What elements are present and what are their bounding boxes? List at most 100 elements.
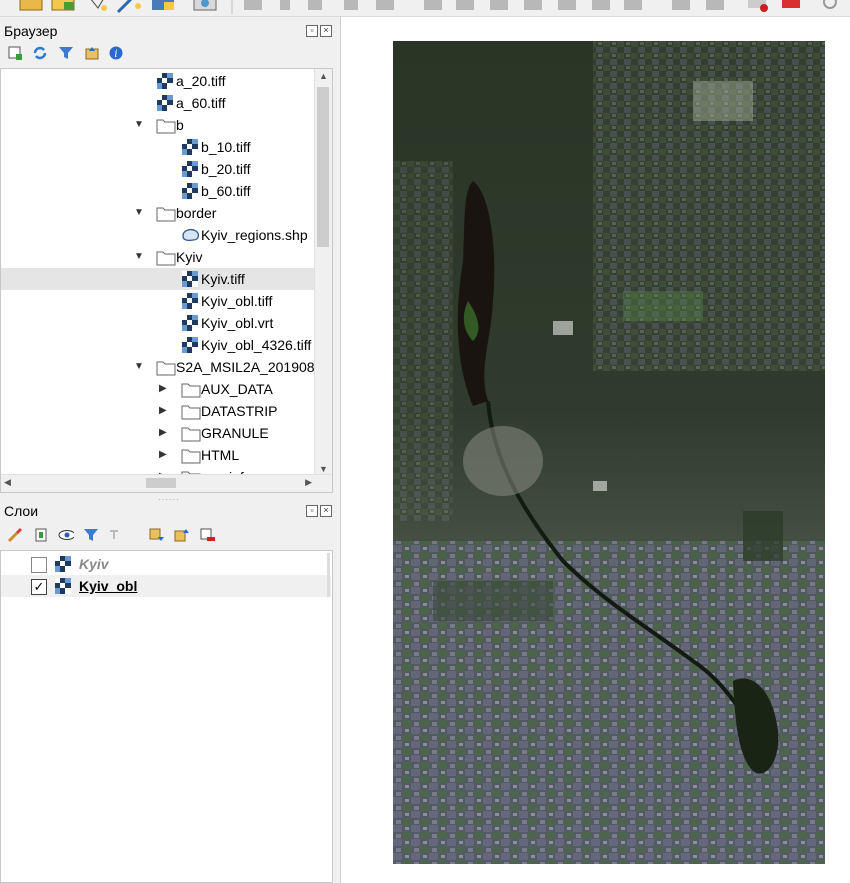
layers-scroll-indicator	[327, 553, 330, 597]
scroll-right-icon[interactable]: ▶	[305, 477, 312, 488]
folder-icon	[156, 251, 176, 266]
close-red-icon[interactable]	[782, 0, 800, 8]
browser-tree[interactable]: a_20.tiff a_60.tiff ▼ b b_10.tiff b_20.tiff b_…	[0, 68, 333, 493]
folder-icon	[181, 383, 201, 398]
collapse-all-icon[interactable]	[84, 45, 100, 61]
collapsed-arrow-icon[interactable]: ▶	[159, 428, 169, 438]
browser-dock-buttons: ▫ ×	[306, 25, 332, 37]
tree-item[interactable]: a_60.tiff	[1, 92, 316, 114]
main-toolbar	[0, 0, 850, 17]
scroll-left-icon[interactable]: ◀	[4, 477, 11, 488]
tree-item[interactable]: Kyiv_obl.tiff	[1, 290, 316, 312]
raster-icon	[55, 578, 71, 594]
expanded-arrow-icon[interactable]: ▼	[134, 252, 144, 262]
layer-name[interactable]: Kyiv_obl	[79, 578, 137, 594]
raster-icon	[182, 293, 198, 309]
tree-item-label: AUX_DATA	[201, 381, 273, 397]
info-icon[interactable]: i	[108, 45, 124, 61]
layer-visibility-checkbox[interactable]: ✓	[31, 579, 47, 595]
add-group-icon[interactable]	[33, 527, 49, 543]
search-icon[interactable]	[823, 0, 837, 9]
identify-icon[interactable]	[193, 0, 217, 11]
tree-item-label: Kyiv.tiff	[201, 271, 245, 287]
scroll-up-icon[interactable]: ▲	[319, 71, 328, 81]
raster-icon	[182, 161, 198, 177]
scroll-down-icon[interactable]: ▼	[319, 464, 328, 474]
raster-icon	[182, 271, 198, 287]
layer-name[interactable]: Kyiv	[79, 556, 109, 572]
tree-item-label: Kyiv_obl.vrt	[201, 315, 274, 331]
tree-item-label: a_60.tiff	[176, 95, 226, 111]
tree-item[interactable]: ▼ Kyiv	[1, 246, 316, 268]
tree-item-label: Kyiv_obl.tiff	[201, 293, 273, 309]
refresh-icon[interactable]	[32, 45, 48, 61]
tree-item[interactable]: a_20.tiff	[1, 70, 316, 92]
horizontal-scrollbar[interactable]: ◀ ▶	[1, 474, 332, 492]
expanded-arrow-icon[interactable]: ▼	[134, 208, 144, 218]
tree-item[interactable]: ▶ GRANULE	[1, 422, 316, 444]
disabled-tools-icons	[244, 0, 724, 10]
tree-item-label: Kyiv_obl_4326.tiff	[201, 337, 312, 353]
raster-icon	[157, 73, 173, 89]
tree-item[interactable]: b_60.tiff	[1, 180, 316, 202]
expanded-arrow-icon[interactable]: ▼	[134, 362, 144, 372]
tree-item-label: b_10.tiff	[201, 139, 251, 155]
tree-item[interactable]: ▼ b	[1, 114, 316, 136]
tree-item[interactable]: b_20.tiff	[1, 158, 316, 180]
raster-icon	[182, 139, 198, 155]
open-layer-icon[interactable]	[19, 0, 43, 11]
layers-list[interactable]: Kyiv ✓ Kyiv_obl	[0, 550, 333, 883]
remove-layer-icon[interactable]	[199, 527, 215, 543]
raster-icon	[182, 315, 198, 331]
new-layer-icon[interactable]	[51, 0, 75, 11]
layers-panel-title: Слои	[4, 503, 39, 519]
digitize-icon[interactable]	[90, 0, 107, 11]
city-area	[463, 426, 543, 496]
collapsed-arrow-icon[interactable]: ▶	[159, 384, 169, 394]
close-icon[interactable]: ×	[320, 25, 332, 37]
folder-icon	[156, 361, 176, 376]
splitter-handle[interactable]: ······	[158, 495, 180, 504]
tree-item-label: a_20.tiff	[176, 73, 226, 89]
collapsed-arrow-icon[interactable]: ▶	[159, 450, 169, 460]
attribute-table-icon[interactable]	[152, 0, 174, 10]
style-brush-icon[interactable]	[7, 527, 23, 543]
filter-icon[interactable]	[58, 45, 74, 61]
add-selected-layers-icon[interactable]	[7, 45, 23, 61]
folder-icon	[181, 405, 201, 420]
expanded-arrow-icon[interactable]: ▼	[134, 120, 144, 130]
tree-item[interactable]: Kyiv.tiff	[1, 268, 316, 290]
layer-visibility-checkbox[interactable]	[31, 557, 47, 573]
tree-item[interactable]: ▶ AUX_DATA	[1, 378, 316, 400]
filter-layers-icon[interactable]	[83, 527, 99, 543]
float-icon[interactable]: ▫	[306, 505, 318, 517]
folder-icon	[156, 119, 176, 134]
tree-item[interactable]: Kyiv_obl.vrt	[1, 312, 316, 334]
tree-item[interactable]: ▶ DATASTRIP	[1, 400, 316, 422]
float-icon[interactable]: ▫	[306, 25, 318, 37]
scrollbar-thumb[interactable]	[146, 478, 176, 488]
vertical-scrollbar[interactable]: ▲ ▼	[314, 69, 332, 476]
layer-row-kyiv-obl[interactable]: ✓ Kyiv_obl	[1, 575, 331, 597]
tree-item-label: HTML	[201, 447, 240, 463]
expand-all-icon[interactable]	[148, 527, 164, 543]
record-icon[interactable]	[748, 0, 768, 12]
tree-item[interactable]: b_10.tiff	[1, 136, 316, 158]
tree-item[interactable]: ▶ HTML	[1, 444, 316, 466]
tree-item[interactable]: ▼ S2A_MSIL2A_201908	[1, 356, 316, 378]
collapsed-arrow-icon[interactable]: ▶	[159, 406, 169, 416]
collapse-all-icon[interactable]	[173, 527, 189, 543]
tree-item[interactable]: ▼ border	[1, 202, 316, 224]
tree-item[interactable]: Kyiv_regions.shp	[1, 224, 316, 246]
visibility-eye-icon[interactable]	[58, 527, 74, 543]
tree-item[interactable]: Kyiv_obl_4326.tiff	[1, 334, 316, 356]
edit-icon[interactable]	[116, 0, 141, 14]
toolbar-icons	[19, 0, 837, 14]
satellite-raster-image	[393, 41, 825, 864]
tree-item-label: b_60.tiff	[201, 183, 251, 199]
polygon-layer-icon	[182, 229, 200, 242]
scrollbar-thumb[interactable]	[317, 87, 329, 247]
layer-row-kyiv[interactable]: Kyiv	[1, 553, 331, 575]
folder-icon	[156, 207, 176, 222]
close-icon[interactable]: ×	[320, 505, 332, 517]
